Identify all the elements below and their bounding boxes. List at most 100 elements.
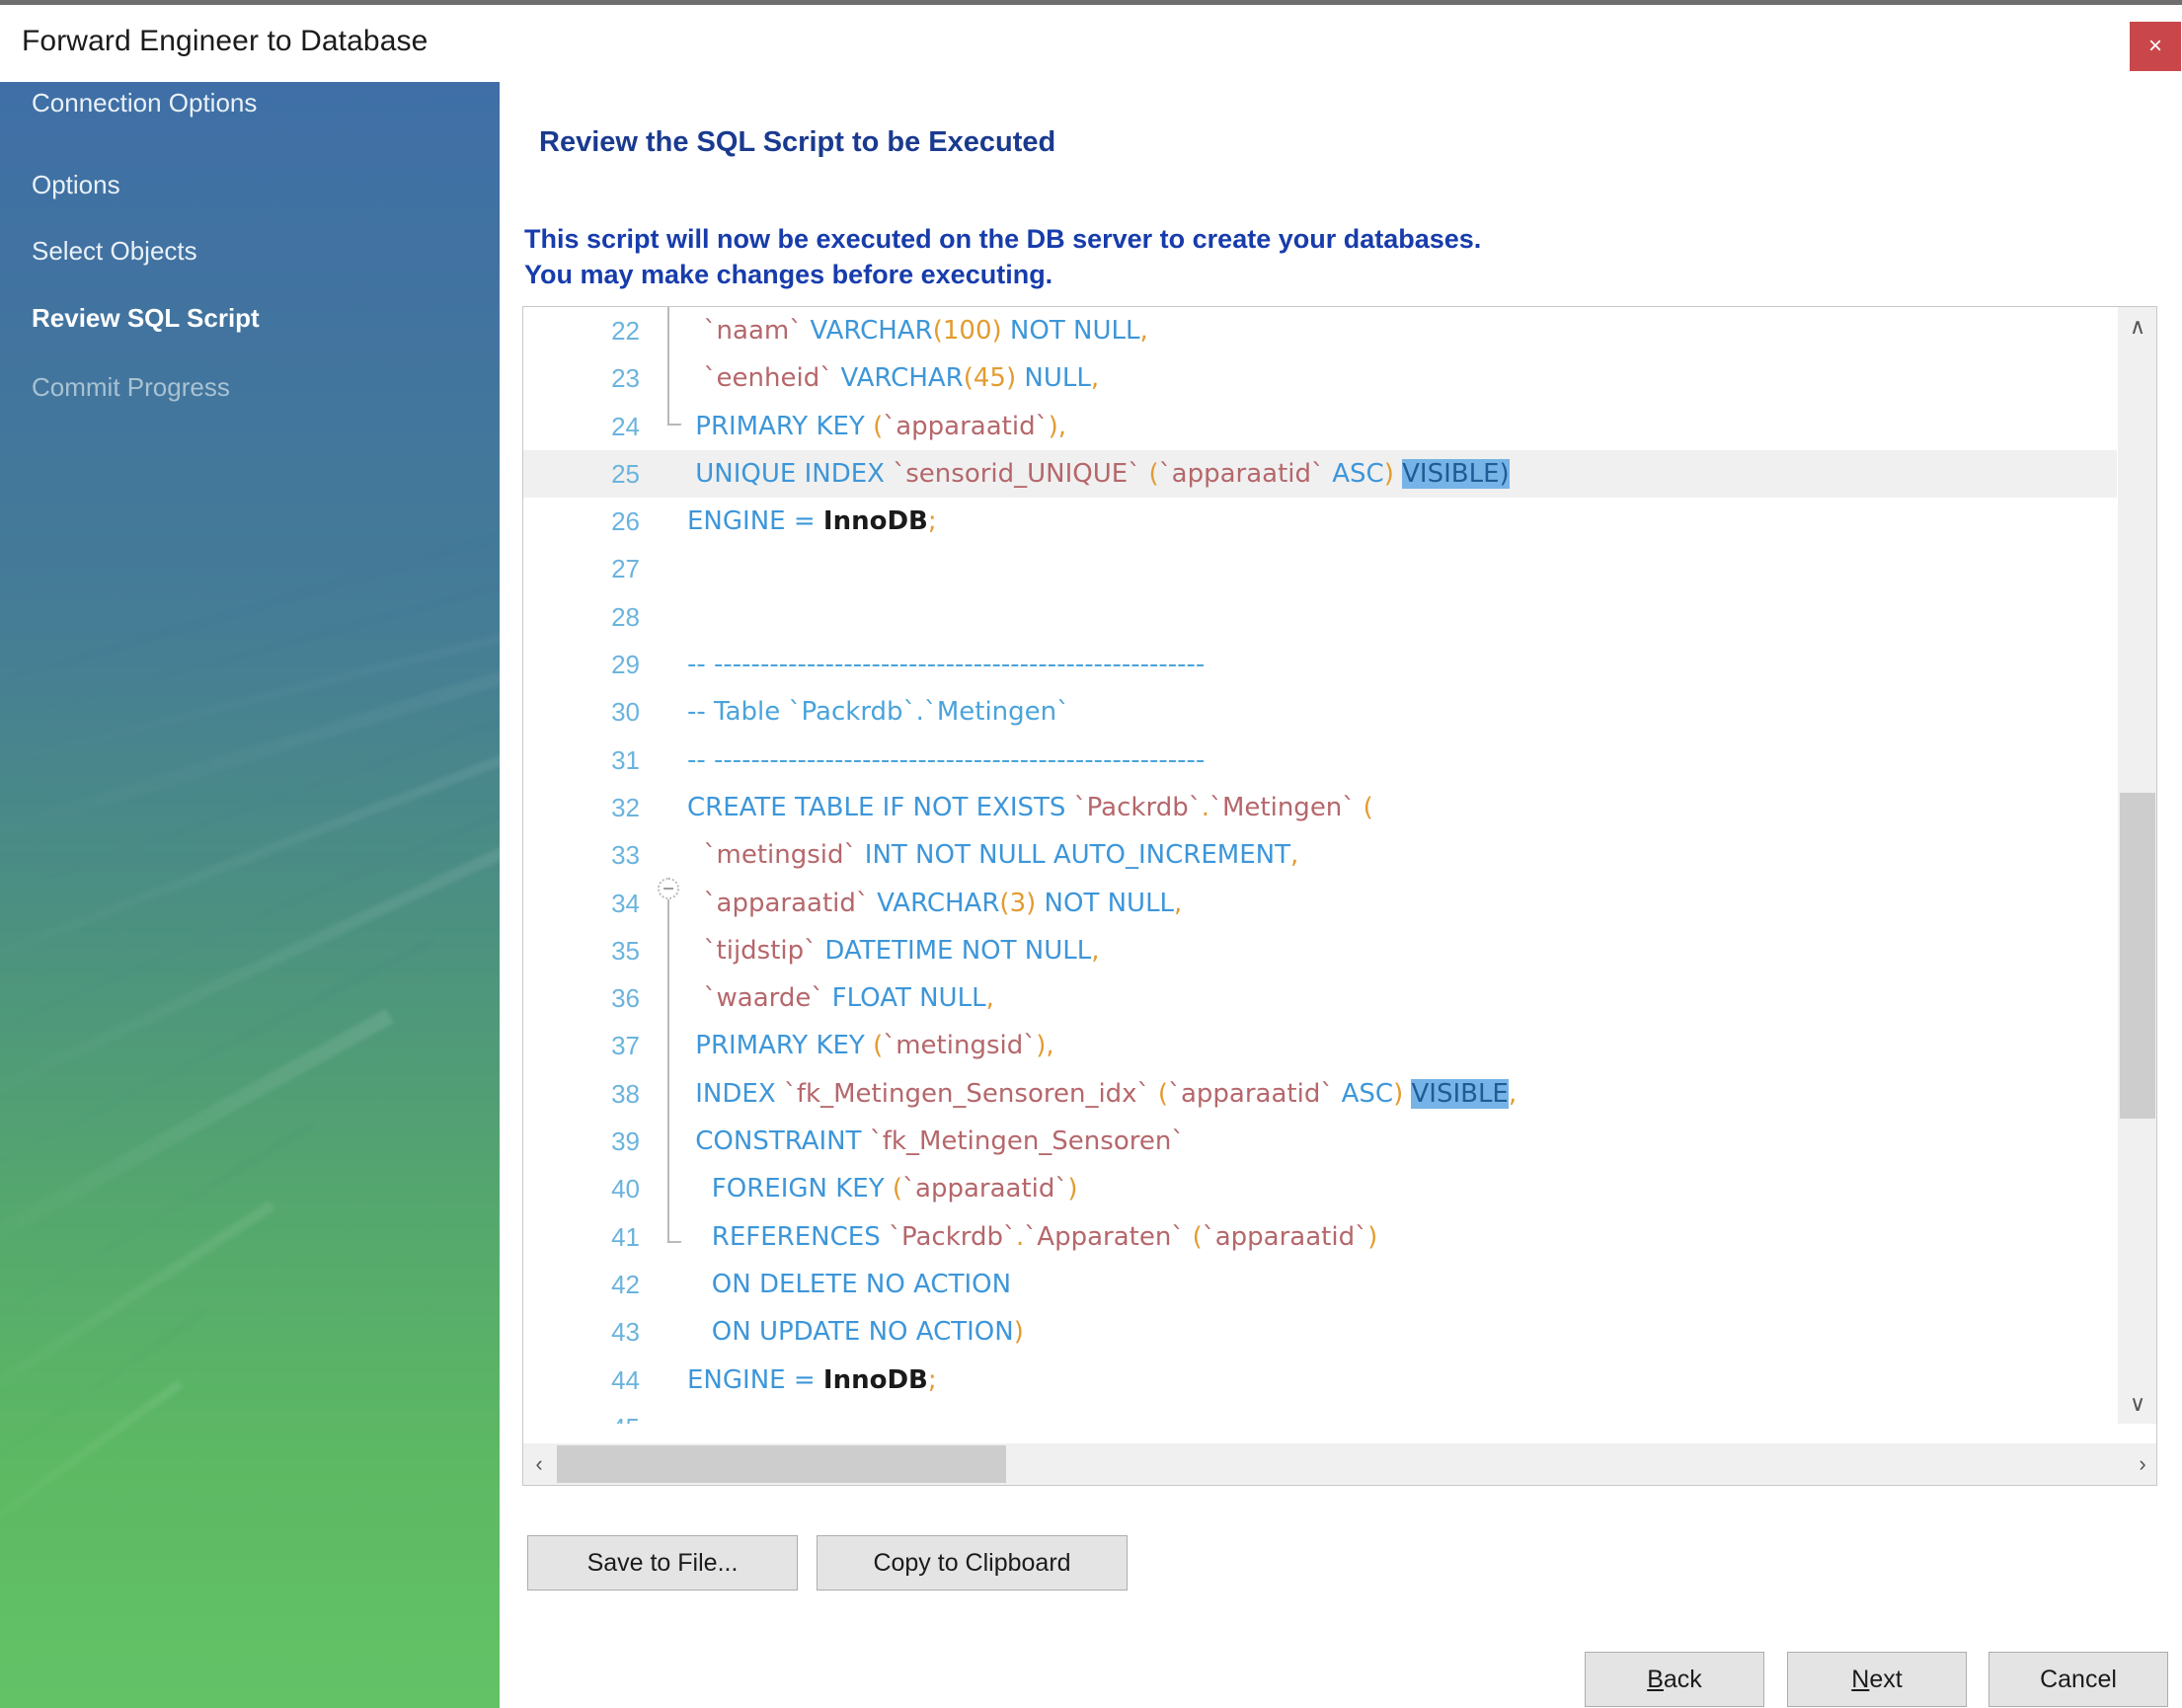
line-number: 22 [611,316,640,346]
code-token: ASC [1324,458,1384,489]
code-line[interactable]: 34 `apparaatid` VARCHAR(3) NOT NULL, [523,880,2117,927]
code-line[interactable]: 27 [523,545,2117,592]
code-text[interactable]: `apparaatid` VARCHAR(3) NOT NULL, [687,880,1183,927]
copy-to-clipboard-button[interactable]: Copy to Clipboard [817,1535,1128,1591]
code-token: , [985,983,994,1014]
code-line[interactable]: 30 -- Table `Packrdb`.`Metingen` [523,688,2117,736]
back-button[interactable]: Back [1585,1652,1764,1707]
code-token: InnoDB [822,506,928,537]
code-token: ON UPDATE NO ACTION [687,1317,1014,1348]
sidebar-item-label: Commit Progress [32,371,230,402]
line-number: 38 [611,1078,640,1109]
code-text[interactable]: ENGINE = InnoDB; [687,498,937,545]
code-text[interactable]: ON DELETE NO ACTION [687,1261,1011,1308]
code-text[interactable]: PRIMARY KEY (`metingsid`), [687,1022,1053,1069]
sidebar-item-options[interactable]: Options [32,170,120,200]
next-button[interactable]: Next [1787,1652,1967,1707]
code-line[interactable]: 45 [523,1404,2117,1424]
code-line[interactable]: 29 -- -----------------------------------… [523,641,2117,688]
code-token: UNIQUE INDEX [687,458,894,489]
code-line[interactable]: 23 `eenheid` VARCHAR(45) NULL, [523,354,2117,402]
code-line[interactable]: 22 `naam` VARCHAR(100) NOT NULL, [523,307,2117,354]
code-token: `Packrdb` [1073,792,1202,822]
code-token: `Apparaten` [1024,1221,1185,1252]
code-line[interactable]: 37 PRIMARY KEY (`metingsid`), [523,1022,2117,1069]
code-token: ; [927,1364,937,1395]
line-number: 24 [611,411,640,441]
horizontal-scrollbar-thumb[interactable] [557,1445,1006,1483]
dialog-title: Forward Engineer to Database [22,25,429,57]
code-token: CONSTRAINT [687,1126,870,1157]
code-text[interactable]: -- -------------------------------------… [687,737,1205,784]
code-line[interactable]: 40 FOREIGN KEY (`apparaatid`) [523,1165,2117,1212]
code-token: ( [1363,792,1373,822]
code-line[interactable]: 44 ENGINE = InnoDB; [523,1357,2117,1404]
code-line[interactable]: 35 `tijdstip` DATETIME NOT NULL, [523,927,2117,974]
code-token: `fk_Metingen_Sensoren_idx` [783,1078,1150,1109]
code-line[interactable]: 42 ON DELETE NO ACTION [523,1261,2117,1308]
code-text[interactable]: `tijdstip` DATETIME NOT NULL, [687,927,1100,974]
code-token: `waarde` [703,983,824,1014]
chevron-down-icon[interactable]: ∨ [2118,1384,2156,1424]
sidebar-item-select-objects[interactable]: Select Objects [32,236,197,267]
code-text[interactable]: INDEX `fk_Metingen_Sensoren_idx` (`appar… [687,1070,1517,1118]
close-icon[interactable]: × [2130,22,2181,71]
code-token: NOT NULL [1001,316,1140,346]
code-text[interactable]: UNIQUE INDEX `sensorid_UNIQUE` (`apparaa… [687,450,1510,498]
line-number: 26 [611,506,640,537]
code-line[interactable]: 38 INDEX `fk_Metingen_Sensoren_idx` (`ap… [523,1070,2117,1118]
sidebar-item-connection-options[interactable]: Connection Options [32,88,257,118]
code-text[interactable]: `metingsid` INT NOT NULL AUTO_INCREMENT, [687,831,1299,879]
code-line[interactable]: 25 UNIQUE INDEX `sensorid_UNIQUE` (`appa… [523,449,2117,499]
chevron-left-icon[interactable]: ‹ [523,1443,555,1485]
code-text[interactable]: `eenheid` VARCHAR(45) NULL, [687,354,1100,402]
sidebar-item-commit-progress: Commit Progress [32,372,230,403]
code-text[interactable]: FOREIGN KEY (`apparaatid`) [687,1165,1078,1212]
dialog-titlebar: Forward Engineer to Database × [0,5,2182,82]
editor-horizontal-scrollbar[interactable]: ‹ › [523,1443,2156,1485]
code-token: -- Table `Packrdb`.`Metingen` [687,697,1070,728]
sql-script-editor[interactable]: 22 `naam` VARCHAR(100) NOT NULL, 23 `eenh… [522,306,2157,1486]
code-line[interactable]: 28 [523,593,2117,641]
chevron-up-icon[interactable]: ∧ [2118,307,2156,347]
code-text[interactable]: CONSTRAINT `fk_Metingen_Sensoren` [687,1118,1184,1165]
code-line[interactable]: 39 CONSTRAINT `fk_Metingen_Sensoren` [523,1118,2117,1165]
editor-vertical-scrollbar[interactable]: ∧ ∨ [2117,307,2156,1424]
sidebar-item-review-sql-script[interactable]: Review SQL Script [32,303,260,334]
line-number: 40 [611,1174,640,1204]
code-token: `fk_Metingen_Sensoren` [869,1126,1185,1157]
code-token: `naam` [703,316,803,346]
code-text[interactable]: `naam` VARCHAR(100) NOT NULL, [687,307,1148,354]
line-number: 44 [611,1364,640,1395]
code-text[interactable]: -- Table `Packrdb`.`Metingen` [687,688,1069,736]
code-text[interactable]: PRIMARY KEY (`apparaatid`), [687,403,1066,450]
code-text[interactable]: ENGINE = InnoDB; [687,1357,937,1404]
next-accel: N [1851,1666,1870,1693]
code-text[interactable]: REFERENCES `Packrdb`.`Apparaten` (`appar… [687,1213,1377,1261]
chevron-right-icon[interactable]: › [2127,1443,2156,1485]
code-token: ) [1026,888,1037,918]
code-token: NULL [1016,363,1091,394]
code-line[interactable]: 26 ENGINE = InnoDB; [523,498,2117,545]
code-line[interactable]: 33 `metingsid` INT NOT NULL AUTO_INCREME… [523,831,2117,879]
sql-code-area[interactable]: 22 `naam` VARCHAR(100) NOT NULL, 23 `eenh… [523,307,2117,1424]
code-line[interactable]: 41 REFERENCES `Packrdb`.`Apparaten` (`ap… [523,1213,2117,1261]
code-text[interactable]: `waarde` FLOAT NULL, [687,974,994,1022]
decorative-streak [0,1008,394,1272]
code-text[interactable]: ON UPDATE NO ACTION) [687,1308,1024,1356]
code-line[interactable]: 36 `waarde` FLOAT NULL, [523,974,2117,1022]
code-token: ENGINE [687,506,794,537]
cancel-button[interactable]: Cancel [1988,1652,2168,1707]
code-line[interactable]: 43 ON UPDATE NO ACTION) [523,1308,2117,1356]
decorative-streak [0,1201,275,1426]
code-line[interactable]: 24 PRIMARY KEY (`apparaatid`), [523,403,2117,450]
code-line[interactable]: 31 -- -----------------------------------… [523,737,2117,784]
code-text[interactable]: CREATE TABLE IF NOT EXISTS `Packrdb`.`Me… [687,784,1373,831]
save-to-file-button[interactable]: Save to File... [527,1535,798,1591]
code-token: `apparaatid` [1158,458,1324,489]
code-text[interactable]: -- -------------------------------------… [687,641,1205,688]
code-line[interactable]: 32 CREATE TABLE IF NOT EXISTS `Packrdb`.`… [523,784,2117,831]
vertical-scrollbar-thumb[interactable] [2120,793,2155,1119]
code-token: ( [873,411,884,441]
